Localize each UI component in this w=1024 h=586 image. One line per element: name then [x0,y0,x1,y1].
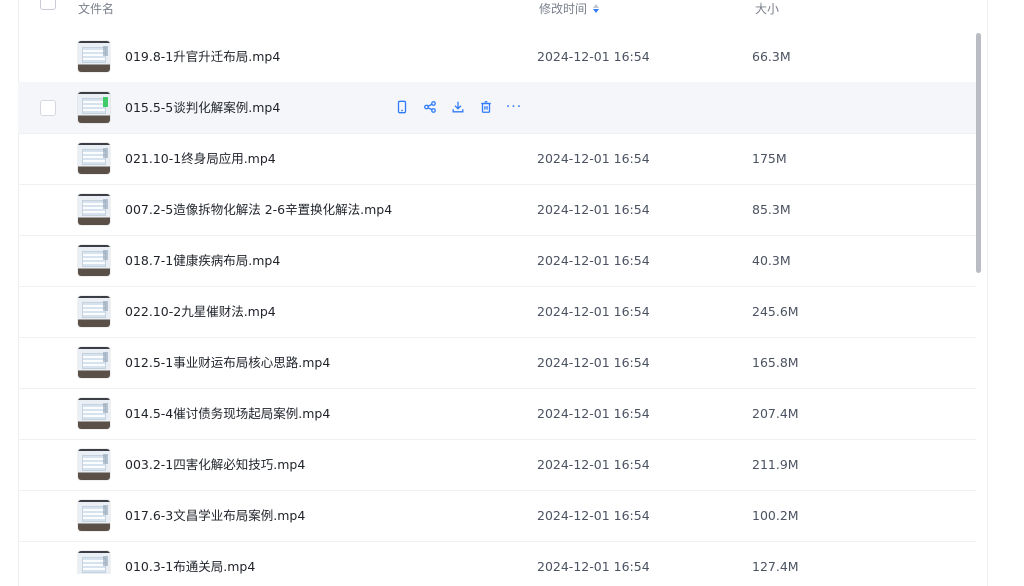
file-size: 165.8M [752,355,799,370]
column-header-modified-time-label: 修改时间 [539,2,588,16]
file-modified-time: 2024-12-01 16:54 [537,355,650,370]
file-modified-time: 2024-12-01 16:54 [537,202,650,217]
file-modified-time: 2024-12-01 16:54 [537,151,650,166]
row-checkbox[interactable] [40,100,56,116]
file-row[interactable]: 018.7-1健康疾病布局.mp4 2024-12-01 16:54 40.3M [18,235,976,287]
file-name[interactable]: 003.2-1四害化解必知技巧.mp4 [125,439,305,490]
video-thumbnail [78,449,110,480]
file-name[interactable]: 007.2-5造像拆物化解法 2-6辛置换化解法.mp4 [125,184,392,235]
sort-icon[interactable] [593,3,601,15]
file-modified-time: 2024-12-01 16:54 [537,304,650,319]
file-modified-time: 2024-12-01 16:54 [537,253,650,268]
video-thumbnail [78,194,110,225]
file-modified-time: 2024-12-01 16:54 [537,49,650,64]
select-all-checkbox[interactable] [40,0,56,10]
file-name[interactable]: 022.10-2九星催财法.mp4 [125,286,276,337]
file-row[interactable]: 022.10-2九星催财法.mp4 2024-12-01 16:54 245.6… [18,286,976,338]
file-row[interactable]: 021.10-1终身局应用.mp4 2024-12-01 16:54 175M [18,133,976,185]
video-thumbnail [78,551,110,574]
file-modified-time: 2024-12-01 16:54 [537,457,650,472]
file-row[interactable]: 012.5-1事业财运布局核心思路.mp4 2024-12-01 16:54 1… [18,337,976,389]
column-header-modified-time[interactable]: 修改时间 [539,0,601,17]
vertical-scrollbar[interactable] [975,30,983,574]
video-thumbnail [78,500,110,531]
file-name[interactable]: 012.5-1事业财运布局核心思路.mp4 [125,337,330,388]
file-row[interactable]: 007.2-5造像拆物化解法 2-6辛置换化解法.mp4 2024-12-01 … [18,184,976,236]
phone-icon[interactable] [394,99,410,115]
share-icon[interactable] [422,99,438,115]
video-thumbnail [78,245,110,276]
file-row[interactable]: 003.2-1四害化解必知技巧.mp4 2024-12-01 16:54 211… [18,439,976,491]
video-thumbnail [78,92,110,123]
file-size: 245.6M [752,304,799,319]
file-name[interactable]: 014.5-4催讨债务现场起局案例.mp4 [125,388,330,439]
file-row[interactable]: 014.5-4催讨债务现场起局案例.mp4 2024-12-01 16:54 2… [18,388,976,440]
file-name[interactable]: 018.7-1健康疾病布局.mp4 [125,235,280,286]
delete-icon[interactable] [478,99,494,115]
file-name[interactable]: 021.10-1终身局应用.mp4 [125,133,276,184]
file-size: 100.2M [752,508,799,523]
row-actions: ··· [394,99,522,115]
file-size: 207.4M [752,406,799,421]
file-list-header: 文件名 修改时间 大小 [18,0,976,16]
file-name[interactable]: 019.8-1升官升迁布局.mp4 [125,31,280,82]
scrollbar-thumb[interactable] [976,33,981,273]
file-size: 40.3M [752,253,791,268]
file-row[interactable]: 015.5-5谈判化解案例.mp4 ··· [18,82,976,134]
download-icon[interactable] [450,99,466,115]
video-thumbnail [78,296,110,327]
file-row[interactable]: 017.6-3文昌学业布局案例.mp4 2024-12-01 16:54 100… [18,490,976,542]
video-thumbnail [78,41,110,72]
file-row[interactable]: 010.3-1布通关局.mp4 2024-12-01 16:54 127.4M [18,541,976,574]
file-name[interactable]: 010.3-1布通关局.mp4 [125,541,255,574]
file-name[interactable]: 015.5-5谈判化解案例.mp4 [125,82,280,133]
column-header-size[interactable]: 大小 [755,0,779,17]
file-size: 175M [752,151,787,166]
video-thumbnail [78,347,110,378]
file-size: 127.4M [752,559,799,574]
more-icon[interactable]: ··· [506,99,522,115]
video-thumbnail [78,398,110,429]
file-modified-time: 2024-12-01 16:54 [537,508,650,523]
column-header-name[interactable]: 文件名 [78,0,114,17]
file-row[interactable]: 019.8-1升官升迁布局.mp4 2024-12-01 16:54 66.3M [18,31,976,83]
file-modified-time: 2024-12-01 16:54 [537,559,650,574]
file-name[interactable]: 017.6-3文昌学业布局案例.mp4 [125,490,305,541]
file-size: 211.9M [752,457,799,472]
video-thumbnail [78,143,110,174]
file-size: 66.3M [752,49,791,64]
file-modified-time: 2024-12-01 16:54 [537,406,650,421]
file-size: 85.3M [752,202,791,217]
